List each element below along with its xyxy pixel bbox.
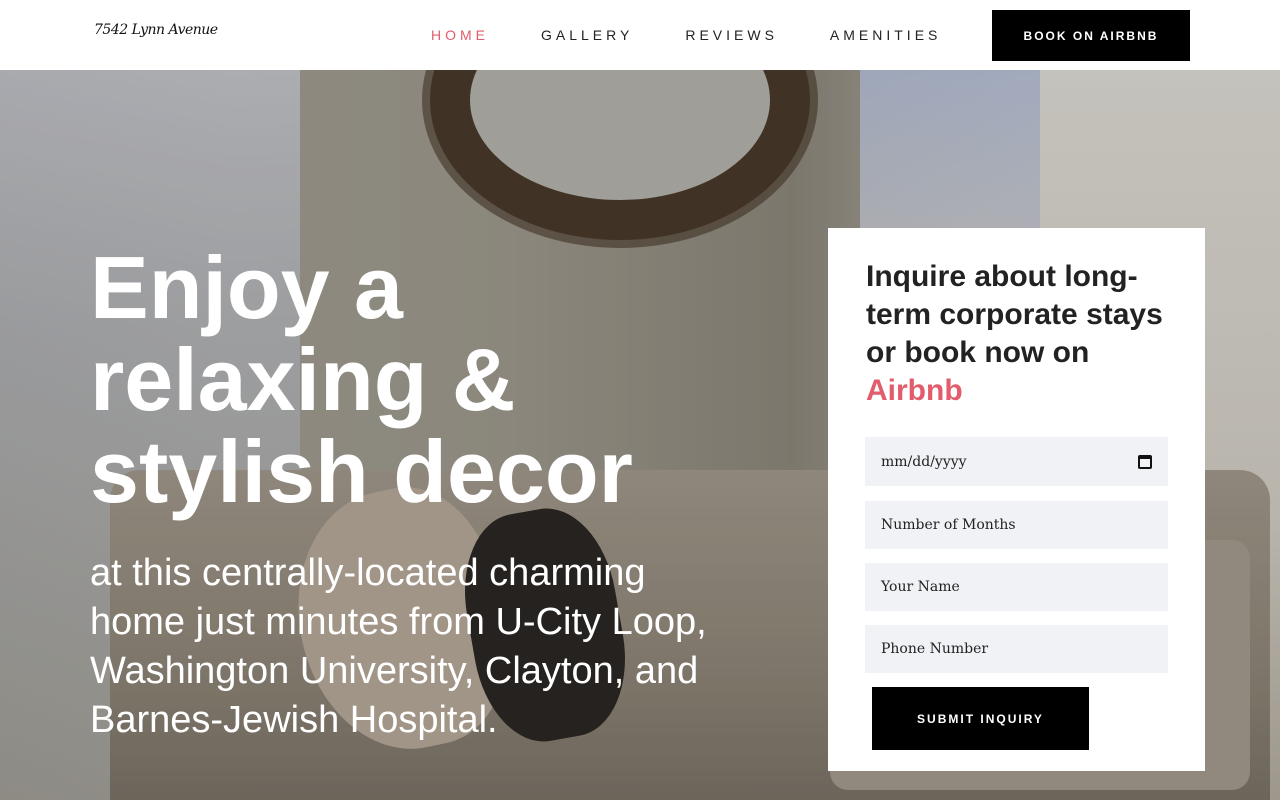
- inquiry-title-airbnb: Airbnb: [866, 374, 963, 407]
- book-on-airbnb-button[interactable]: BOOK ON AIRBNB: [992, 10, 1190, 61]
- nav-gallery[interactable]: GALLERY: [541, 27, 633, 43]
- submit-inquiry-button[interactable]: SUBMIT INQUIRY: [872, 687, 1089, 750]
- calendar-icon[interactable]: [1138, 454, 1152, 469]
- hero-headline: Enjoy a relaxing & stylish decor: [90, 238, 633, 521]
- site-header: 7542 Lynn Avenue HOME GALLERY REVIEWS AM…: [0, 0, 1280, 70]
- inquiry-card: Inquire about long-term corporate stays …: [828, 228, 1205, 771]
- name-placeholder: Your Name: [881, 579, 960, 595]
- nav-amenities[interactable]: AMENITIES: [830, 27, 941, 43]
- date-placeholder: mm/dd/yyyy: [881, 453, 967, 470]
- site-logo[interactable]: 7542 Lynn Avenue: [94, 22, 218, 38]
- nav-home[interactable]: HOME: [431, 27, 489, 43]
- inquiry-title: Inquire about long-term corporate stays …: [866, 258, 1176, 410]
- hero-subline: at this centrally-located charming home …: [90, 552, 707, 741]
- date-input[interactable]: mm/dd/yyyy: [865, 437, 1168, 486]
- months-input[interactable]: Number of Months: [865, 501, 1168, 549]
- phone-input[interactable]: Phone Number: [865, 625, 1168, 673]
- inquiry-title-main: Inquire about long-term corporate stays …: [866, 260, 1163, 369]
- nav-reviews[interactable]: REVIEWS: [685, 27, 778, 43]
- main-nav: HOME GALLERY REVIEWS AMENITIES: [431, 0, 993, 70]
- phone-placeholder: Phone Number: [881, 641, 989, 657]
- months-placeholder: Number of Months: [881, 517, 1016, 533]
- name-input[interactable]: Your Name: [865, 563, 1168, 611]
